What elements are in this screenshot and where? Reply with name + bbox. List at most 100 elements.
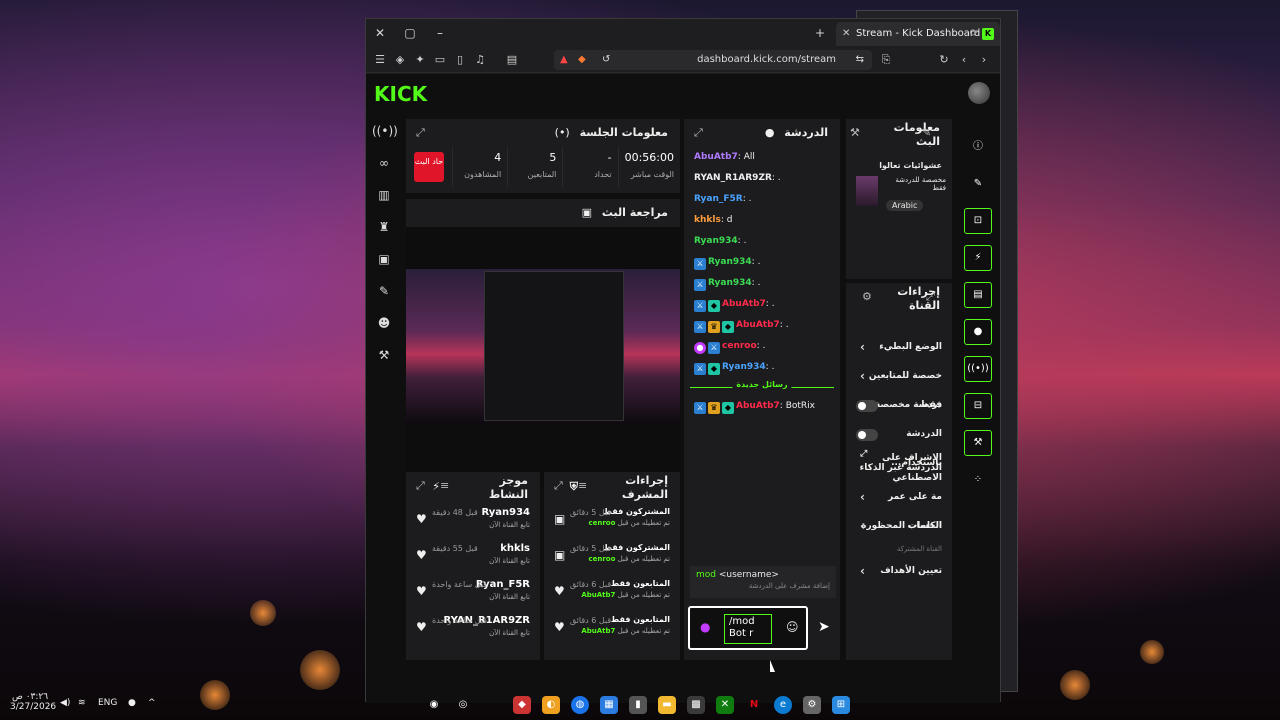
- mic-icon[interactable]: ●: [128, 698, 136, 708]
- channel-action-row[interactable]: دردشة مخصصة...: [846, 391, 952, 420]
- edge-icon[interactable]: e: [774, 696, 792, 714]
- chat-input-box[interactable]: ● /mod Bot r ☺: [688, 606, 808, 650]
- toggle-switch[interactable]: [856, 400, 878, 412]
- close-tab-icon[interactable]: ✕: [842, 22, 850, 46]
- obs-icon[interactable]: ◉: [425, 696, 443, 714]
- users-icon[interactable]: ☻: [372, 311, 396, 335]
- chat-username[interactable]: Ryan934: [722, 362, 766, 372]
- chat-message[interactable]: AbuAtb7: All: [684, 147, 840, 168]
- usb-icon[interactable]: ▮: [629, 696, 647, 714]
- chat-username[interactable]: AbuAtb7: [736, 401, 780, 411]
- mod-icon[interactable]: ⚒: [372, 343, 396, 367]
- expand-icon[interactable]: ⤢: [554, 472, 563, 500]
- wrench-icon[interactable]: ⚒: [850, 119, 860, 147]
- chat-message[interactable]: Ryan_F5R: .: [684, 189, 840, 210]
- channel-action-row[interactable]: الكلمات المحظورة ›: [846, 512, 952, 541]
- activity-item[interactable]: ♥ Ryan934 قبل 48 دقيقة تابع القناة الآن: [406, 504, 540, 540]
- broadcast-icon[interactable]: ((•)): [372, 119, 398, 143]
- chat-username[interactable]: cenroo: [722, 341, 757, 351]
- emoji-icon[interactable]: ☺: [786, 620, 799, 634]
- edit-icon[interactable]: ✎: [922, 119, 931, 147]
- chat-message[interactable]: ⚔ ♛ ◆ AbuAtb7: .: [684, 315, 840, 336]
- mod-action-item[interactable]: ▣ المشتركون فقط قبل 5 دقائق تم تعطيله من قب…: [544, 504, 680, 540]
- sidebar-icon[interactable]: ▯: [452, 52, 468, 68]
- stream-preview-video[interactable]: [406, 269, 680, 424]
- broadcast-icon[interactable]: ((•)): [964, 356, 992, 382]
- minimize-icon[interactable]: –: [432, 25, 448, 41]
- history-icon[interactable]: ↺: [602, 50, 610, 70]
- user-avatar[interactable]: [968, 82, 990, 104]
- chat-username[interactable]: RYAN_R1AR9ZR: [694, 173, 772, 183]
- channel-action-row[interactable]: الإشراف على الدردشة عبر الذكاء الاصطناعي…: [846, 449, 952, 483]
- expand-icon[interactable]: ⤢: [694, 119, 703, 147]
- extension-icon[interactable]: ✦: [412, 52, 428, 68]
- brave-shield-icon[interactable]: ◆: [578, 50, 586, 70]
- video-icon[interactable]: ▣: [372, 247, 396, 271]
- kick-logo[interactable]: KICK: [374, 82, 427, 106]
- trophy-icon[interactable]: ♜: [372, 215, 396, 239]
- chat-message[interactable]: ⚔ ◆ AbuAtb7: .: [684, 294, 840, 315]
- end-stream-button[interactable]: حاد البث: [413, 152, 444, 182]
- window-icon[interactable]: ▭: [432, 52, 448, 68]
- music-icon[interactable]: ♫: [472, 52, 488, 68]
- steam-icon[interactable]: ◎: [454, 696, 472, 714]
- chat-message[interactable]: RYAN_R1AR9ZR: .: [684, 168, 840, 189]
- chat-message[interactable]: ⚔ Ryan934: .: [684, 252, 840, 273]
- chat-message[interactable]: ⚔ ◆ Ryan934: .: [684, 357, 840, 378]
- menu-icon[interactable]: ☰: [372, 52, 388, 68]
- goals-row[interactable]: تعيين الأهداف ›: [846, 557, 952, 586]
- toggle-switch[interactable]: [856, 429, 878, 441]
- edit-icon[interactable]: ✎: [964, 171, 992, 197]
- store-icon[interactable]: ▩: [687, 696, 705, 714]
- mic-icon[interactable]: ●: [700, 620, 710, 634]
- expand-icon[interactable]: ⤢: [416, 119, 425, 147]
- xbox-icon[interactable]: ✕: [716, 696, 734, 714]
- chat-message[interactable]: khkls: d: [684, 210, 840, 231]
- chart-icon[interactable]: ▥: [372, 183, 396, 207]
- chat-username[interactable]: Ryan934: [708, 257, 752, 267]
- chat-message[interactable]: ⚔ ♛ ◆ AbuAtb7: BotRix: [684, 396, 840, 417]
- chat-message[interactable]: ● ⚔ cenroo: .: [684, 336, 840, 357]
- chat-username[interactable]: Ryan_F5R: [694, 194, 743, 204]
- chat-message[interactable]: Ryan934: .: [684, 231, 840, 252]
- camera-icon[interactable]: ⊡: [964, 208, 992, 234]
- mod-action-item[interactable]: ♥ المتابعون فقط قبل 6 دقائق تم تعطيله من قب…: [544, 576, 680, 612]
- mod-action-item[interactable]: ♥ المتابعون فقط قبل 6 دقائق تم تعطيله من قب…: [544, 612, 680, 648]
- expand-icon[interactable]: ⤢: [416, 472, 425, 500]
- reader-icon[interactable]: ▤: [504, 52, 520, 68]
- filter-icon[interactable]: ≡: [578, 472, 587, 500]
- chat-username[interactable]: khkls: [694, 215, 721, 225]
- dots-icon[interactable]: ⁘: [964, 467, 992, 493]
- start-icon[interactable]: ⊞: [832, 696, 850, 714]
- new-tab-icon[interactable]: +: [812, 25, 828, 41]
- chat-username[interactable]: Ryan934: [694, 236, 738, 246]
- expand-icon[interactable]: ⤢: [926, 283, 935, 311]
- chat-username[interactable]: Ryan934: [708, 278, 752, 288]
- chrome-icon[interactable]: ◍: [571, 696, 589, 714]
- chat-username[interactable]: AbuAtb7: [736, 320, 780, 330]
- back-icon[interactable]: ‹: [956, 52, 972, 68]
- files-icon[interactable]: ◐: [542, 696, 560, 714]
- activity-item[interactable]: ♥ Ryan_F5R قبل ساعة واحدة تابع القناة الآن: [406, 576, 540, 612]
- channel-action-row[interactable]: الوضع البطيء ›: [846, 333, 952, 362]
- chevron-up-icon[interactable]: ^: [148, 698, 156, 708]
- layout-icon[interactable]: ⊟: [964, 393, 992, 419]
- close-window-icon[interactable]: ✕: [372, 25, 388, 41]
- activity-item[interactable]: ♥ RYAN_R1AR9ZR قبل ساعة واحدة تابع القناة ا…: [406, 612, 540, 648]
- bolt-icon[interactable]: ⚡: [964, 245, 992, 271]
- netflix-icon[interactable]: N: [745, 696, 763, 714]
- brave-icon[interactable]: ◆: [513, 696, 531, 714]
- notes-icon[interactable]: ▤: [964, 282, 992, 308]
- wifi-icon[interactable]: ≋: [78, 698, 86, 708]
- forward-icon[interactable]: ›: [976, 52, 992, 68]
- bookmark-icon[interactable]: ⎘: [878, 52, 894, 68]
- channel-action-row[interactable]: مة على عمر الحساب ›: [846, 483, 952, 531]
- reload-icon[interactable]: ↻: [936, 52, 952, 68]
- channel-action-row[interactable]: الدردشة باستخدام...: [846, 420, 952, 468]
- language-tag[interactable]: Arabic: [886, 200, 924, 211]
- wrench-icon[interactable]: ⚒: [964, 430, 992, 456]
- photos-icon[interactable]: ▦: [600, 696, 618, 714]
- maximize-icon[interactable]: ▢: [402, 25, 418, 41]
- chat-message[interactable]: ⚔ Ryan934: .: [684, 273, 840, 294]
- chat-input[interactable]: /mod Bot r: [724, 614, 772, 644]
